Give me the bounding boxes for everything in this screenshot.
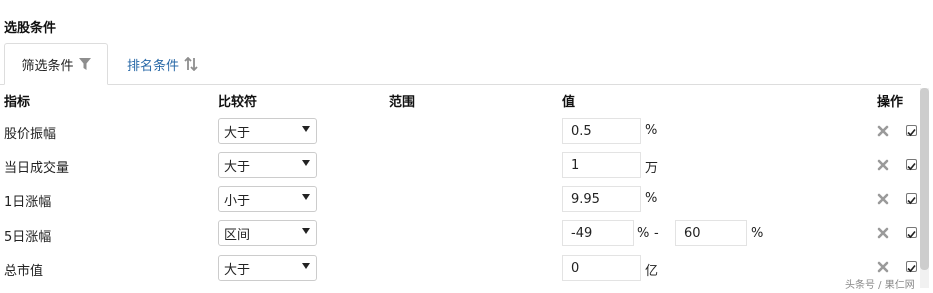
chevron-down-icon	[302, 263, 310, 269]
range-separator: -	[654, 226, 659, 241]
row-label-5day-change: 5日涨幅	[4, 230, 52, 245]
value-unit: 亿	[645, 264, 659, 279]
comparator-value: 小于	[224, 193, 251, 209]
value-input-market-cap[interactable]: 0	[562, 255, 641, 281]
scrollbar-thumb[interactable]	[920, 88, 929, 270]
value-unit: 万	[645, 161, 659, 176]
tab-filter-conditions[interactable]: 筛选条件	[4, 43, 108, 85]
delete-icon[interactable]	[877, 261, 889, 273]
value-input-volume[interactable]: 1	[562, 152, 641, 178]
enable-checkbox[interactable]	[906, 193, 917, 205]
comparator-select-5day-change[interactable]: 区间	[218, 220, 317, 246]
comparator-select-1day-change[interactable]: 小于	[218, 186, 317, 212]
chevron-down-icon	[302, 194, 310, 200]
comparator-select-market-cap[interactable]: 大于	[218, 255, 317, 281]
delete-icon[interactable]	[877, 125, 889, 137]
comparator-select-volume[interactable]: 大于	[218, 152, 317, 178]
enable-checkbox[interactable]	[906, 159, 917, 171]
tab-filter-label: 筛选条件	[21, 58, 74, 74]
value-unit: %	[645, 191, 658, 206]
row-label-1day-change: 1日涨幅	[4, 195, 52, 210]
chevron-down-icon	[302, 126, 310, 132]
row-label-market-cap: 总市值	[4, 264, 44, 279]
row-label-amplitude: 股价振幅	[4, 127, 57, 142]
watermark: 头条号 / 果仁网	[845, 280, 915, 291]
column-header-comparator: 比较符	[218, 95, 258, 110]
delete-icon[interactable]	[877, 193, 889, 205]
range-min-input[interactable]: -49	[562, 220, 634, 246]
column-header-indicator: 指标	[4, 95, 31, 110]
tab-rank-label: 排名条件	[127, 58, 180, 74]
filter-icon	[78, 57, 91, 71]
column-header-action: 操作	[877, 95, 904, 110]
value-input-1day-change[interactable]: 9.95	[562, 186, 641, 212]
range-max-input[interactable]: 60	[675, 220, 747, 246]
column-header-value: 值	[562, 95, 576, 110]
enable-checkbox[interactable]	[906, 261, 917, 273]
delete-icon[interactable]	[877, 227, 889, 239]
range-min-unit: %	[637, 226, 650, 241]
column-header-range: 范围	[389, 95, 416, 110]
enable-checkbox[interactable]	[906, 227, 917, 239]
comparator-value: 大于	[224, 262, 251, 278]
tab-rank-conditions[interactable]: 排名条件	[127, 43, 198, 85]
chevron-down-icon	[302, 228, 310, 234]
row-label-volume: 当日成交量	[4, 161, 70, 176]
comparator-value: 大于	[224, 125, 251, 141]
comparator-value: 区间	[224, 227, 251, 243]
comparator-value: 大于	[224, 159, 251, 175]
enable-checkbox[interactable]	[906, 125, 917, 137]
sort-icon	[184, 57, 198, 71]
comparator-select-amplitude[interactable]: 大于	[218, 118, 317, 144]
value-unit: %	[645, 123, 658, 138]
range-max-unit: %	[751, 226, 764, 241]
section-title: 选股条件	[4, 21, 57, 36]
value-input-amplitude[interactable]: 0.5	[562, 118, 641, 144]
delete-icon[interactable]	[877, 159, 889, 171]
chevron-down-icon	[302, 160, 310, 166]
